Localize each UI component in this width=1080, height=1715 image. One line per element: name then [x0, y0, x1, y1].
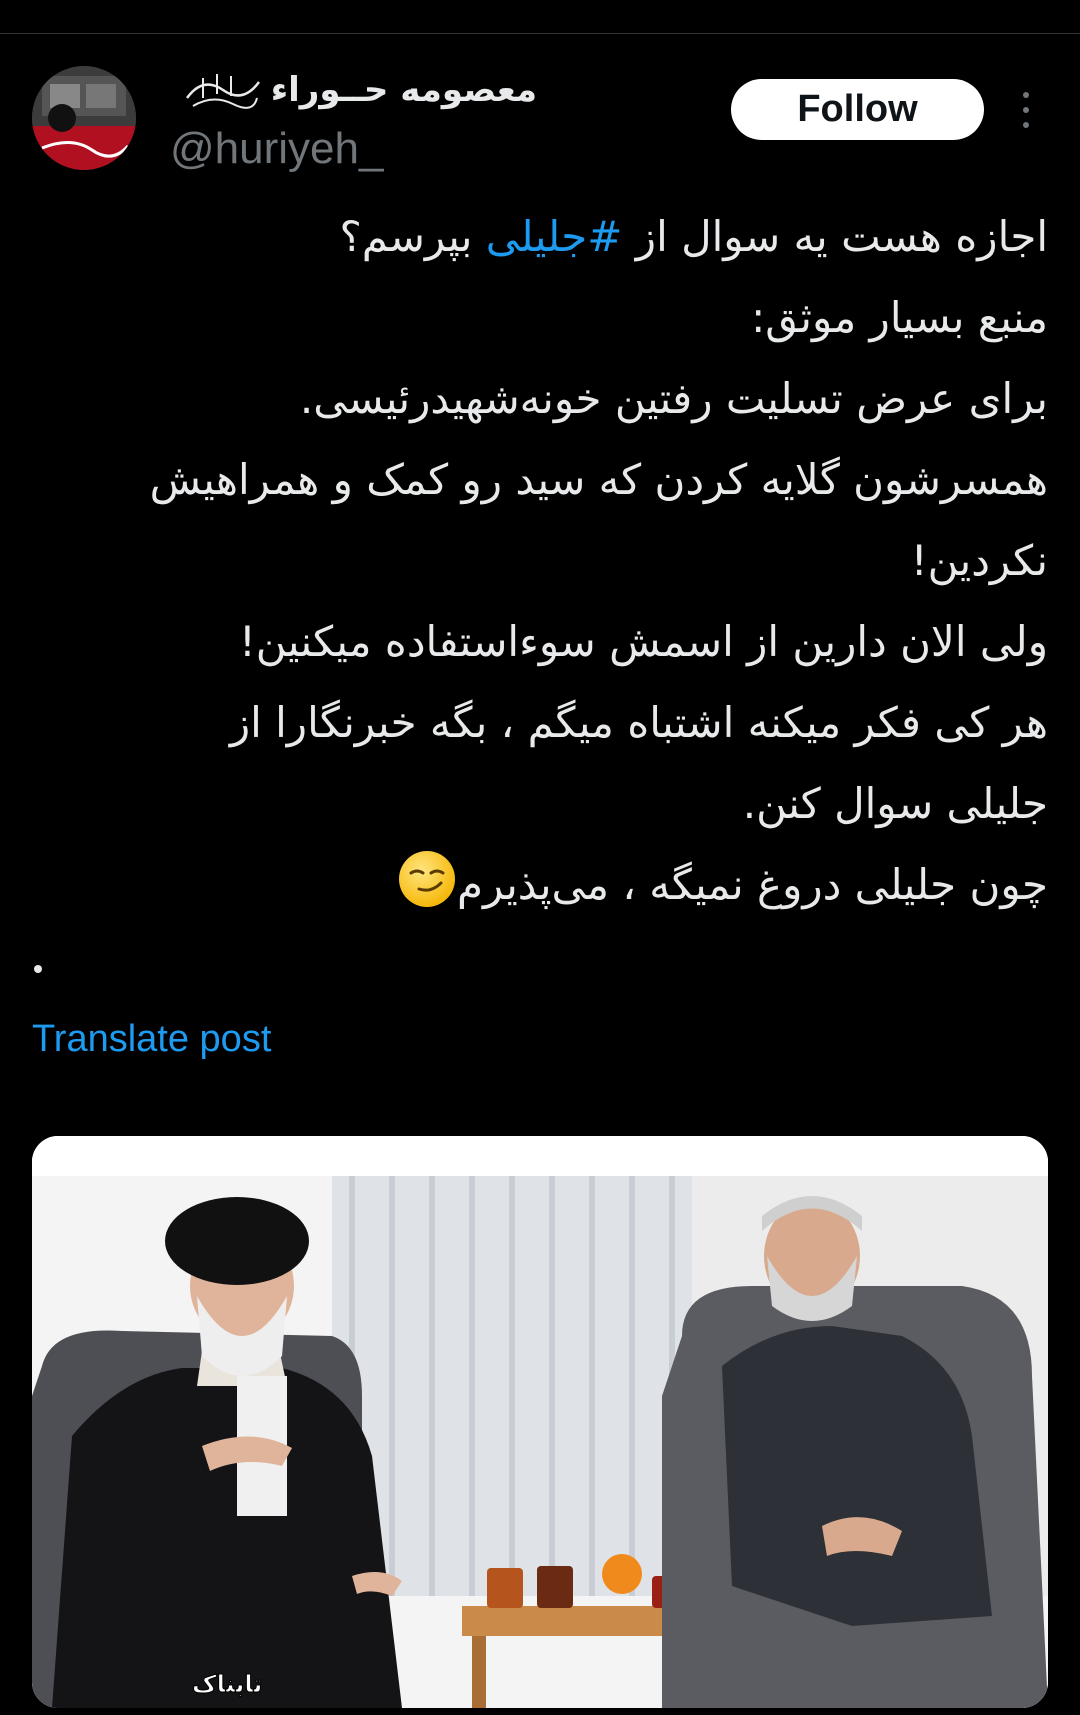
- profile-avatar-image: [32, 66, 136, 170]
- tweet-line: نکردین!: [910, 536, 1048, 585]
- author-handle[interactable]: @huriyeh_: [170, 124, 383, 174]
- more-vertical-icon[interactable]: [1012, 88, 1040, 132]
- tweet-line: ولی الان دارین از اسمش سوءاستفاده میکنین…: [238, 617, 1048, 666]
- tweet-line: برای عرض تسلیت رفتین خونه‌شهیدرئیسی.: [299, 374, 1048, 423]
- tweet-line: هر کی فکر میکنه اشتباه میگم ، بگه خبرنگا…: [229, 698, 1048, 747]
- tweet-line: اجازه هست یه سوال از #جلیلی بپرسم؟: [60, 196, 1048, 277]
- more-dot: [1023, 107, 1029, 113]
- translate-post-link[interactable]: Translate post: [32, 1018, 271, 1061]
- tweet-text-segment: چون جلیلی دروغ نمیگه ، می‌پذیرم: [456, 860, 1048, 909]
- tweet-line: منبع بسیار موثق:: [751, 293, 1048, 342]
- bismillah-calligraphy-icon: [185, 74, 260, 109]
- smirk-face-emoji-icon: [398, 851, 455, 907]
- tweet-text-segment: بپرسم؟: [339, 212, 486, 261]
- tweet-text-segment: اجازه هست یه سوال از: [622, 212, 1048, 261]
- follow-button[interactable]: Follow: [731, 79, 984, 140]
- watermark: تابناک: [192, 1670, 262, 1698]
- attached-photo[interactable]: تابناک: [32, 1136, 1048, 1708]
- more-dot: [1023, 122, 1029, 128]
- author-display-name[interactable]: معصومه حــوراء: [271, 70, 537, 110]
- meeting-photo-illustration: تابناک: [32, 1136, 1048, 1708]
- tweet-text: اجازه هست یه سوال از #جلیلی بپرسم؟ منبع …: [60, 196, 1048, 925]
- tweet-line: چون جلیلی دروغ نمیگه ، می‌پذیرم: [60, 844, 1048, 925]
- more-dot: [1023, 92, 1029, 98]
- avatar[interactable]: [32, 66, 136, 170]
- display-name-row: معصومه حــوراء: [183, 68, 537, 112]
- hashtag-link[interactable]: #جلیلی: [486, 212, 623, 261]
- tweet-line: همسرشون گلایه کردن که سید رو کمک و همراه…: [149, 455, 1048, 504]
- top-divider: [0, 33, 1080, 34]
- tweet-line: جلیلی سوال کنن.: [742, 779, 1048, 828]
- bullet-dot: [34, 965, 42, 973]
